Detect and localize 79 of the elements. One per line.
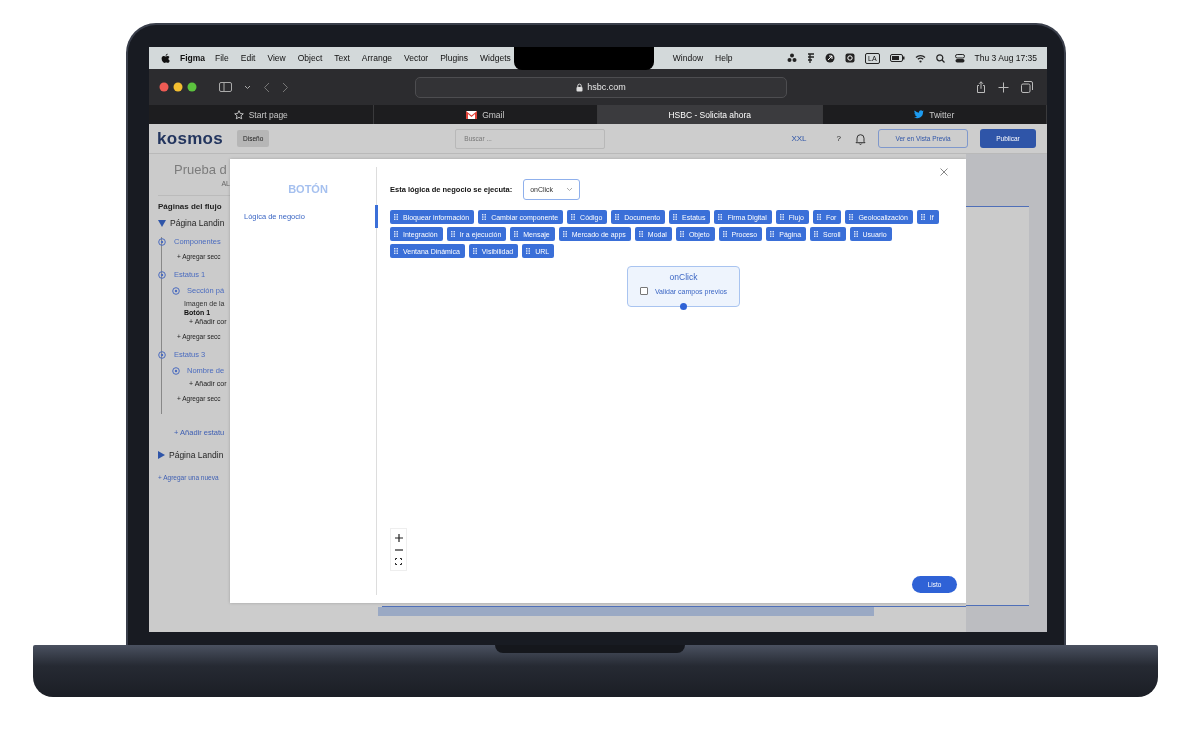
scrollbar-thumb[interactable] — [378, 607, 874, 616]
back-icon[interactable] — [263, 81, 270, 93]
checkbox[interactable] — [639, 287, 648, 295]
triangle-down-icon[interactable] — [158, 219, 166, 227]
chevron-down-icon — [566, 187, 574, 192]
bars-icon[interactable] — [807, 53, 816, 63]
sidebar-icon[interactable] — [219, 82, 232, 92]
bell-icon[interactable] — [855, 132, 866, 145]
window-controls-icon[interactable] — [159, 82, 197, 92]
plus-icon[interactable] — [998, 81, 1009, 93]
drag-dots-icon — [770, 231, 775, 237]
help-button[interactable]: ? — [836, 134, 841, 143]
arrow-circle-icon[interactable] — [825, 53, 836, 63]
node-title: onClick — [669, 272, 698, 282]
drag-dots-icon — [394, 214, 398, 220]
battery-icon[interactable] — [889, 54, 905, 62]
menu-item[interactable]: Window — [672, 53, 704, 63]
connection-handle[interactable] — [680, 303, 687, 310]
size-selector[interactable]: XXL — [791, 134, 807, 143]
flow-title: Prueba d — [174, 162, 228, 177]
drag-dots-icon — [514, 231, 519, 237]
menu-item[interactable]: View — [267, 53, 286, 63]
drag-dots-icon — [526, 248, 531, 254]
drag-dots-icon — [920, 214, 925, 220]
drag-dots-icon — [849, 214, 854, 220]
address-bar[interactable]: hsbc.com — [415, 76, 787, 98]
drag-dots-icon — [615, 214, 620, 220]
page-item[interactable]: Página Landin — [170, 218, 225, 228]
lock-icon — [576, 82, 584, 92]
menu-item[interactable]: Edit — [240, 53, 256, 63]
tabs-overview-icon[interactable] — [1021, 81, 1033, 93]
drag-dots-icon — [853, 231, 858, 237]
drag-dots-icon — [816, 214, 821, 220]
page-item[interactable]: Página Landin — [169, 450, 224, 460]
star-icon — [233, 109, 244, 120]
drag-dots-icon — [571, 214, 576, 220]
drag-dots-icon — [450, 231, 455, 237]
drag-dots-icon — [482, 214, 487, 220]
drag-dots-icon — [814, 231, 819, 237]
drag-dots-icon — [394, 231, 398, 237]
app-menu[interactable]: Figma — [180, 53, 206, 63]
drag-dots-icon — [679, 231, 684, 237]
menu-item[interactable]: Widgets — [480, 53, 511, 63]
dots-cluster-icon[interactable] — [787, 53, 798, 63]
menu-item[interactable]: Help — [715, 53, 733, 63]
menu-item[interactable]: Arrange — [361, 53, 393, 63]
menu-item[interactable]: Text — [334, 53, 350, 63]
url-text: hsbc.com — [587, 82, 626, 92]
drag-dots-icon — [472, 248, 477, 254]
drag-dots-icon — [718, 214, 723, 220]
fit-view-icon[interactable] — [395, 558, 402, 565]
share-icon[interactable] — [976, 81, 986, 93]
toggles-icon[interactable] — [954, 53, 965, 63]
menu-item[interactable]: Object — [297, 53, 323, 63]
browser-tab[interactable]: HSBC - Solicita ahora — [598, 105, 823, 124]
search-icon[interactable] — [935, 53, 945, 63]
drag-dots-icon — [394, 248, 398, 254]
menu-item[interactable]: Vector — [404, 53, 429, 63]
menu-item[interactable]: File — [215, 53, 229, 63]
close-icon[interactable] — [940, 168, 948, 176]
drag-dots-icon — [673, 214, 678, 220]
forward-icon[interactable] — [282, 81, 289, 93]
dialog-title: BOTÓN — [287, 183, 329, 195]
menu-item[interactable]: Plugins — [440, 53, 469, 63]
drag-dots-icon — [779, 214, 784, 220]
bird-icon — [914, 110, 925, 119]
chevron-down-icon[interactable] — [244, 84, 251, 90]
drag-dots-icon — [638, 231, 643, 237]
triangle-right-icon[interactable] — [158, 451, 165, 459]
target-icon — [158, 237, 166, 246]
clock[interactable]: Thu 3 Aug 17:35 — [974, 53, 1037, 63]
drag-dots-icon — [562, 231, 567, 237]
envelope-icon — [466, 110, 478, 119]
wifi-icon[interactable] — [914, 53, 926, 63]
kosmos-logo: kosmos — [157, 128, 224, 149]
apple-logo-icon[interactable] — [161, 53, 170, 63]
square-app-icon[interactable] — [845, 53, 856, 63]
zoom-in-icon[interactable] — [394, 534, 403, 542]
drag-dots-icon — [722, 231, 727, 237]
